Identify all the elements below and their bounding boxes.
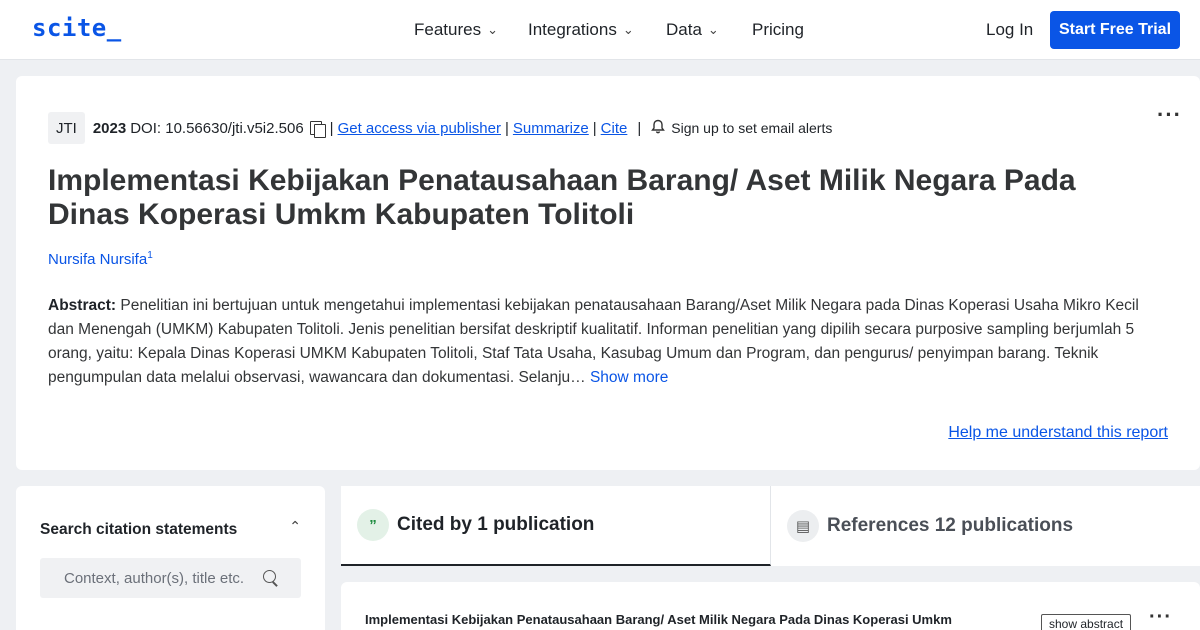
nav-pricing[interactable]: Pricing: [752, 0, 804, 60]
paper-title: Implementasi Kebijakan Penatausahaan Bar…: [48, 164, 1076, 231]
tab-references[interactable]: ▤ References 12 publications: [771, 486, 1200, 566]
show-abstract-button[interactable]: show abstract: [1041, 614, 1132, 630]
nav-integrations-label: Integrations: [528, 20, 617, 39]
nav-pricing-label: Pricing: [752, 20, 804, 39]
show-more-link[interactable]: Show more: [590, 369, 668, 386]
divider: |: [329, 119, 334, 137]
nav-features[interactable]: Features ⌄: [414, 0, 498, 60]
divider: |: [592, 119, 597, 137]
nav-features-label: Features: [414, 20, 482, 39]
login-link[interactable]: Log In: [986, 0, 1033, 60]
chevron-down-icon: ⌄: [707, 22, 719, 37]
more-options-icon[interactable]: ···: [1149, 606, 1172, 629]
abstract: Abstract: Penelitian ini bertujuan untuk…: [48, 294, 1158, 390]
cite-link[interactable]: Cite: [601, 120, 628, 137]
chevron-down-icon: ⌄: [487, 22, 498, 37]
email-alerts-link[interactable]: Sign up to set email alerts: [671, 120, 832, 136]
scite-logo[interactable]: scite_: [32, 14, 122, 42]
publication-year: 2023: [92, 119, 127, 137]
nav-data[interactable]: Data ⌄: [666, 0, 719, 60]
tab-references-label: References 12 publications: [827, 515, 1074, 536]
document-icon: ▤: [787, 510, 819, 542]
paper-meta-row: JTI 2023 DOI: 10.56630/jti.v5i2.506 | Ge…: [48, 112, 832, 144]
divider: |: [505, 119, 509, 137]
search-icon[interactable]: [263, 570, 279, 586]
copy-icon[interactable]: [309, 120, 326, 138]
paper-card: JTI 2023 DOI: 10.56630/jti.v5i2.506 | Ge…: [16, 76, 1200, 470]
citation-tabs: ” Cited by 1 publication ▤ References 12…: [341, 486, 1200, 566]
chevron-up-icon[interactable]: ⌃: [289, 518, 301, 535]
bell-icon[interactable]: [651, 119, 666, 137]
citing-publication-title[interactable]: Implementasi Kebijakan Penatausahaan Bar…: [365, 612, 952, 627]
abstract-label: Abstract:: [48, 297, 117, 314]
author-name: Nursifa Nursifa: [48, 251, 148, 268]
summarize-link[interactable]: Summarize: [513, 120, 589, 137]
citing-publication-card: Implementasi Kebijakan Penatausahaan Bar…: [341, 582, 1200, 630]
citation-search-input[interactable]: Context, author(s), title etc.: [40, 558, 301, 598]
help-understand-report-link[interactable]: Help me understand this report: [948, 424, 1168, 442]
tab-cited-by[interactable]: ” Cited by 1 publication: [341, 486, 771, 566]
search-placeholder: Context, author(s), title etc.: [64, 569, 245, 587]
author-link[interactable]: Nursifa Nursifa1: [48, 250, 153, 268]
search-citations-heading: Search citation statements: [40, 521, 238, 538]
divider: |: [637, 119, 642, 137]
start-free-trial-button[interactable]: Start Free Trial: [1050, 11, 1180, 49]
doi-text: DOI: 10.56630/jti.v5i2.506: [130, 119, 304, 137]
tab-cited-by-label: Cited by 1 publication: [397, 514, 595, 535]
get-access-link[interactable]: Get access via publisher: [338, 120, 501, 137]
citation-search-panel: Search citation statements ⌃ Context, au…: [16, 486, 325, 630]
journal-badge[interactable]: JTI: [48, 112, 85, 144]
quote-bubble-icon: ”: [357, 509, 389, 541]
nav-data-label: Data: [666, 20, 702, 39]
author-affiliation-number: 1: [147, 250, 153, 261]
top-navigation-bar: scite_ Features ⌄ Integrations ⌄ Data ⌄ …: [0, 0, 1200, 60]
more-options-icon[interactable]: ···: [1157, 102, 1182, 128]
chevron-down-icon: ⌄: [622, 22, 634, 37]
nav-integrations[interactable]: Integrations ⌄: [528, 0, 634, 60]
